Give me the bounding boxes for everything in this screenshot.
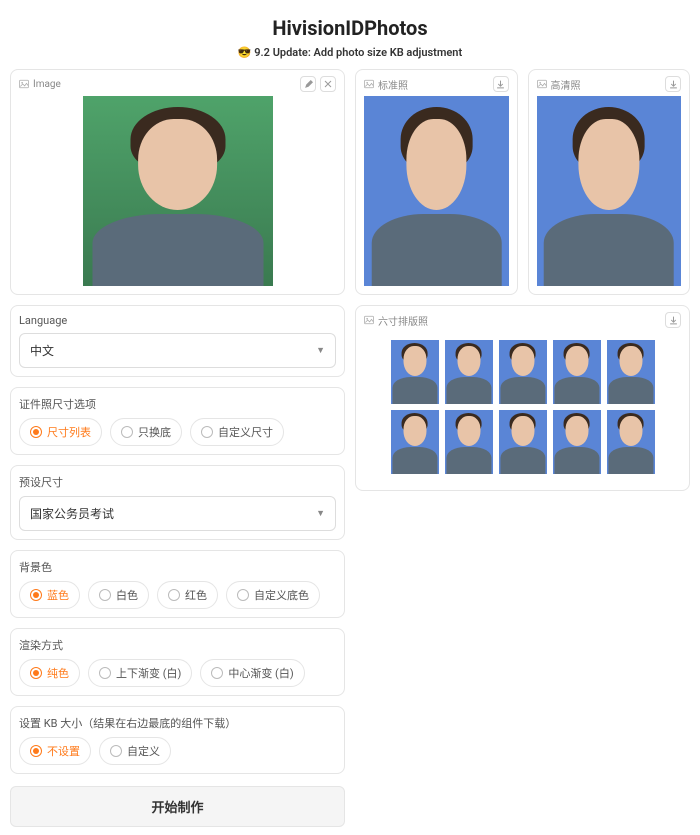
radio-icon xyxy=(201,426,213,438)
image-panel-label: Image xyxy=(33,79,61,90)
image-panel-header: Image xyxy=(19,76,336,92)
preset-size-label: 预设尺寸 xyxy=(19,474,336,490)
bg-color-red[interactable]: 红色 xyxy=(157,581,218,609)
radio-icon xyxy=(211,667,223,679)
radio-icon xyxy=(30,589,42,601)
layout-thumb xyxy=(553,410,601,474)
radio-icon xyxy=(237,589,249,601)
standard-photo-output[interactable] xyxy=(364,96,509,286)
standard-photo-panel: 标准照 xyxy=(355,69,518,295)
edit-image-button[interactable] xyxy=(300,76,316,92)
render-mode-vertical-gradient[interactable]: 上下渐变 (白) xyxy=(88,659,192,687)
kb-size-none[interactable]: 不设置 xyxy=(19,737,91,765)
kb-size-panel: 设置 KB 大小（结果在右边最底的组件下载） 不设置 自定义 xyxy=(10,706,345,774)
six-inch-label: 六寸排版照 xyxy=(378,313,428,328)
layout-thumb xyxy=(445,340,493,404)
page-title: HivisionIDPhotos xyxy=(10,16,690,40)
image-icon xyxy=(19,79,29,89)
radio-icon xyxy=(30,745,42,757)
size-options-label: 证件照尺寸选项 xyxy=(19,396,336,412)
render-mode-label: 渲染方式 xyxy=(19,637,336,653)
hd-photo-panel: 高清照 xyxy=(528,69,691,295)
page-subtitle: 😎 9.2 Update: Add photo size KB adjustme… xyxy=(10,46,690,59)
radio-icon xyxy=(168,589,180,601)
image-icon xyxy=(364,79,374,89)
output-top-row: 标准照 xyxy=(355,69,690,295)
download-standard-button[interactable] xyxy=(493,76,509,92)
download-six-inch-button[interactable] xyxy=(665,312,681,328)
size-options-panel: 证件照尺寸选项 尺寸列表 只换底 自定义尺寸 xyxy=(10,387,345,455)
layout-thumb xyxy=(607,340,655,404)
layout-thumb xyxy=(391,340,439,404)
clear-image-button[interactable] xyxy=(320,76,336,92)
render-mode-solid[interactable]: 纯色 xyxy=(19,659,80,687)
language-select[interactable]: 中文 ▼ xyxy=(19,333,336,368)
bg-color-group: 蓝色 白色 红色 自定义底色 xyxy=(19,581,336,609)
start-button[interactable]: 开始制作 xyxy=(10,786,345,827)
radio-icon xyxy=(99,589,111,601)
chevron-down-icon: ▼ xyxy=(316,345,325,356)
left-column: Image xyxy=(10,69,345,827)
language-panel: Language 中文 ▼ xyxy=(10,305,345,377)
input-image-preview[interactable] xyxy=(83,96,273,286)
kb-size-group: 不设置 自定义 xyxy=(19,737,336,765)
portrait-illustration xyxy=(364,96,509,286)
layout-thumb xyxy=(391,410,439,474)
size-option-list[interactable]: 尺寸列表 xyxy=(19,418,102,446)
layout-thumb xyxy=(553,340,601,404)
image-upload-panel: Image xyxy=(10,69,345,295)
portrait-illustration xyxy=(537,96,682,286)
standard-photo-label: 标准照 xyxy=(378,77,408,92)
hd-photo-label: 高清照 xyxy=(551,77,581,92)
main-layout: Image xyxy=(10,69,690,827)
app-root: HivisionIDPhotos 😎 9.2 Update: Add photo… xyxy=(0,0,700,835)
bg-color-blue[interactable]: 蓝色 xyxy=(19,581,80,609)
radio-icon xyxy=(30,667,42,679)
portrait-illustration xyxy=(83,96,273,286)
preset-size-panel: 预设尺寸 国家公务员考试 ▼ xyxy=(10,465,345,540)
kb-size-label: 设置 KB 大小（结果在右边最底的组件下载） xyxy=(19,715,336,731)
hd-photo-output[interactable] xyxy=(537,96,682,286)
size-options-group: 尺寸列表 只换底 自定义尺寸 xyxy=(19,418,336,446)
size-option-change-bg[interactable]: 只换底 xyxy=(110,418,182,446)
bg-color-label: 背景色 xyxy=(19,559,336,575)
language-value: 中文 xyxy=(30,342,54,359)
render-mode-group: 纯色 上下渐变 (白) 中心渐变 (白) xyxy=(19,659,336,687)
download-hd-button[interactable] xyxy=(665,76,681,92)
kb-size-custom[interactable]: 自定义 xyxy=(99,737,171,765)
chevron-down-icon: ▼ xyxy=(316,508,325,519)
image-icon xyxy=(537,79,547,89)
image-icon xyxy=(364,315,374,325)
layout-thumb xyxy=(499,340,547,404)
radio-icon xyxy=(110,745,122,757)
bg-color-custom[interactable]: 自定义底色 xyxy=(226,581,320,609)
preset-size-select[interactable]: 国家公务员考试 ▼ xyxy=(19,496,336,531)
size-option-custom[interactable]: 自定义尺寸 xyxy=(190,418,284,446)
render-mode-center-gradient[interactable]: 中心渐变 (白) xyxy=(200,659,304,687)
render-mode-panel: 渲染方式 纯色 上下渐变 (白) 中心渐变 (白) xyxy=(10,628,345,696)
layout-thumb xyxy=(499,410,547,474)
radio-icon xyxy=(99,667,111,679)
radio-icon xyxy=(30,426,42,438)
six-inch-output[interactable] xyxy=(364,332,681,482)
language-label: Language xyxy=(19,314,336,327)
six-inch-panel: 六寸排版照 xyxy=(355,305,690,491)
right-column: 标准照 xyxy=(355,69,690,827)
layout-thumb xyxy=(607,410,655,474)
radio-icon xyxy=(121,426,133,438)
preset-size-value: 国家公务员考试 xyxy=(30,505,114,522)
bg-color-white[interactable]: 白色 xyxy=(88,581,149,609)
bg-color-panel: 背景色 蓝色 白色 红色 自定义底色 xyxy=(10,550,345,618)
layout-thumb xyxy=(445,410,493,474)
